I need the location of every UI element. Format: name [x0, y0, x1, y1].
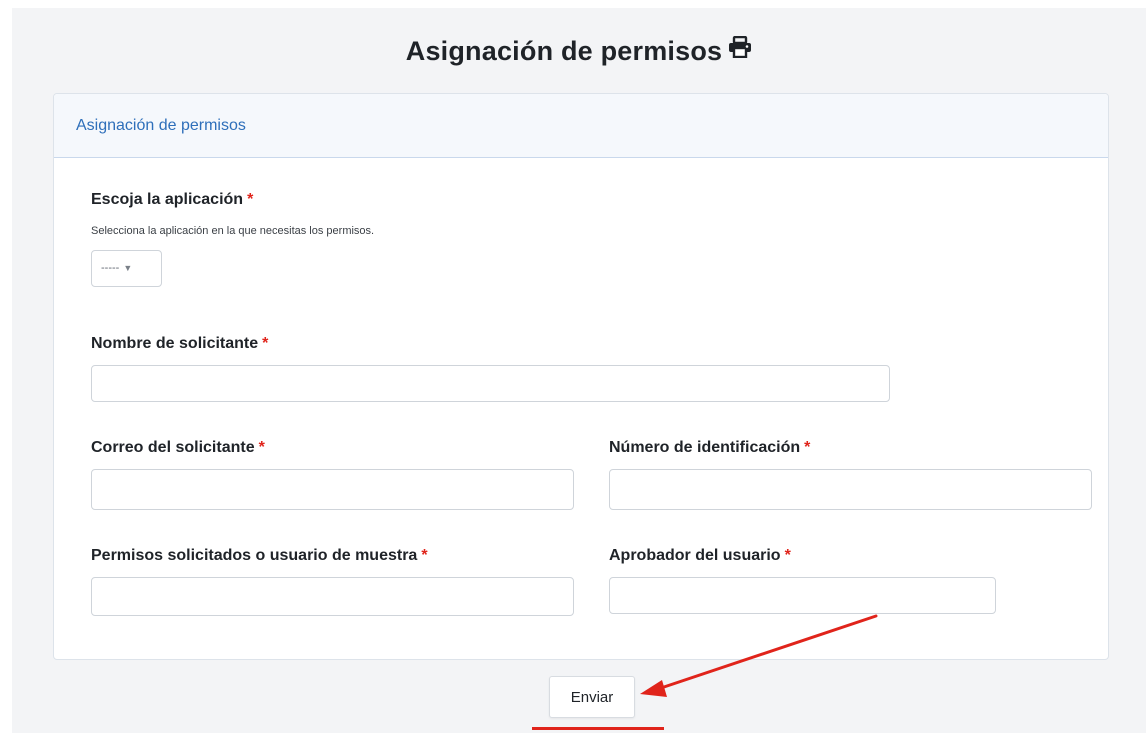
approver-input[interactable]	[609, 577, 996, 614]
application-help-text: Selecciona la aplicación en la que neces…	[91, 225, 375, 237]
requester-name-input[interactable]	[91, 365, 890, 402]
approver-field: Aprobador del usuario *	[609, 547, 996, 614]
annotation-underline	[532, 727, 664, 730]
requester-email-input[interactable]	[91, 469, 574, 510]
required-asterisk: *	[247, 191, 254, 208]
chevron-down-icon: ▼	[123, 263, 133, 273]
application-select[interactable]: ----- ▼	[91, 250, 162, 287]
submit-button[interactable]: Enviar	[549, 676, 635, 718]
card-header: Asignación de permisos	[54, 94, 1108, 158]
page-title-text: Asignación de permisos	[405, 36, 723, 66]
page-title: Asignación de permisos	[12, 36, 1146, 68]
required-asterisk: *	[258, 439, 265, 456]
id-number-input[interactable]	[609, 469, 1092, 510]
permissions-label: Permisos solicitados o usuario de muestr…	[91, 547, 428, 564]
id-number-label: Número de identificación *	[609, 439, 811, 456]
requester-email-field: Correo del solicitante *	[91, 439, 574, 510]
required-asterisk: *	[262, 335, 269, 352]
application-field: Escoja la aplicación * Selecciona la apli…	[91, 191, 374, 287]
required-asterisk: *	[804, 439, 811, 456]
requester-name-field: Nombre de solicitante *	[91, 335, 890, 402]
permissions-input[interactable]	[91, 577, 574, 616]
permissions-field: Permisos solicitados o usuario de muestr…	[91, 547, 574, 616]
page-viewport: Asignación de permisos Asignación de per…	[12, 8, 1146, 733]
required-asterisk: *	[784, 547, 791, 564]
requester-name-label: Nombre de solicitante *	[91, 335, 269, 352]
requester-email-label: Correo del solicitante *	[91, 439, 265, 456]
form-card: Asignación de permisos Escoja la aplicac…	[53, 93, 1109, 660]
application-label: Escoja la aplicación *	[91, 191, 254, 208]
application-select-value: -----	[101, 262, 120, 274]
required-asterisk: *	[421, 547, 428, 564]
print-icon[interactable]	[728, 34, 752, 65]
id-number-field: Número de identificación *	[609, 439, 1092, 510]
approver-label: Aprobador del usuario *	[609, 547, 791, 564]
